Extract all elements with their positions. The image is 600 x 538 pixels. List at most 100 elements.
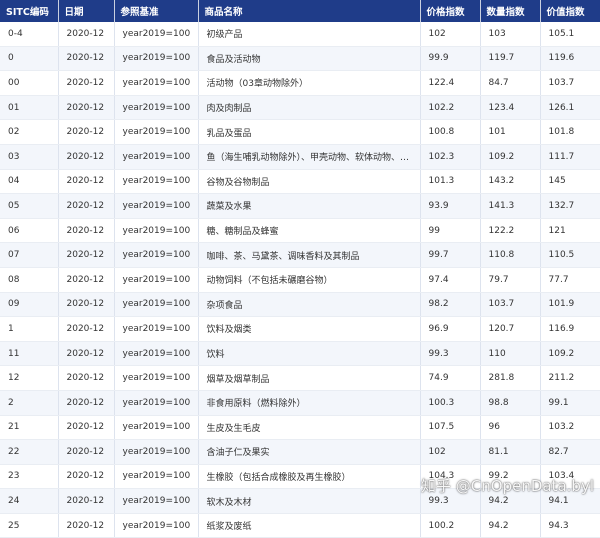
table-row[interactable]: 2 2020-12 year2019=100 非食用原料（燃料除外） 100.3 98.8… [0, 390, 600, 416]
table-row[interactable]: 01 2020-12 year2019=100 肉及肉制品 102.2 123.4 126.… [0, 95, 600, 121]
cell-reference: year2019=100 [114, 70, 199, 96]
cell-date: 2020-12 [58, 169, 115, 195]
table-row[interactable]: 02 2020-12 year2019=100 乳品及蛋品 100.8 101 101.8 [0, 119, 600, 145]
cell-date: 2020-12 [58, 242, 115, 268]
table-row[interactable]: 09 2020-12 year2019=100 杂项食品 98.2 103.7 101.9 [0, 292, 600, 318]
cell-price-index: 99.3 [420, 341, 481, 367]
table-row[interactable]: 12 2020-12 year2019=100 烟草及烟草制品 74.9 281.8 211… [0, 365, 600, 391]
cell-value-index: 116.9 [540, 316, 600, 342]
cell-value-index: 126.1 [540, 95, 600, 121]
cell-product-name: 生皮及生毛皮 [198, 415, 421, 441]
table-row[interactable]: 07 2020-12 year2019=100 咖啡、茶、马黛茶、调味香料及其制品 99… [0, 242, 600, 268]
cell-sitc-code: 21 [0, 415, 59, 441]
cell-date: 2020-12 [58, 95, 115, 121]
cell-reference: year2019=100 [114, 439, 199, 465]
cell-value-index: 121 [540, 218, 600, 244]
cell-product-name: 鱼（海生哺乳动物除外）、甲壳动物、软体动物、… [198, 144, 421, 170]
table-body: 0-4 2020-12 year2019=100 初级产品 102 103 105.1 0 20… [0, 22, 600, 538]
cell-reference: year2019=100 [114, 193, 199, 219]
cell-quantity-index: 119.7 [480, 46, 541, 72]
cell-sitc-code: 05 [0, 193, 59, 219]
table-row[interactable]: 00 2020-12 year2019=100 活动物（03章动物除外） 122.4 84… [0, 70, 600, 96]
cell-product-name: 蔬菜及水果 [198, 193, 421, 219]
cell-price-index: 100.3 [420, 390, 481, 416]
header-date[interactable]: 日期 [58, 0, 115, 22]
cell-date: 2020-12 [58, 144, 115, 170]
cell-product-name: 初级产品 [198, 22, 421, 47]
cell-date: 2020-12 [58, 513, 115, 538]
cell-reference: year2019=100 [114, 119, 199, 145]
cell-quantity-index: 98.8 [480, 390, 541, 416]
cell-price-index: 99 [420, 218, 481, 244]
header-value-index[interactable]: 价值指数 [540, 0, 600, 22]
cell-price-index: 122.4 [420, 70, 481, 96]
cell-product-name: 杂项食品 [198, 292, 421, 318]
cell-product-name: 咖啡、茶、马黛茶、调味香料及其制品 [198, 242, 421, 268]
table-row[interactable]: 11 2020-12 year2019=100 饮料 99.3 110 109.2 [0, 341, 600, 367]
cell-quantity-index: 103.7 [480, 292, 541, 318]
cell-sitc-code: 0 [0, 46, 59, 72]
cell-sitc-code: 00 [0, 70, 59, 96]
cell-price-index: 96.9 [420, 316, 481, 342]
table-row[interactable]: 06 2020-12 year2019=100 糖、糖制品及蜂蜜 99 122.2 121 [0, 218, 600, 244]
table-row[interactable]: 03 2020-12 year2019=100 鱼（海生哺乳动物除外）、甲壳动物、软体… [0, 144, 600, 170]
cell-product-name: 乳品及蛋品 [198, 119, 421, 145]
cell-sitc-code: 04 [0, 169, 59, 195]
cell-quantity-index: 122.2 [480, 218, 541, 244]
cell-sitc-code: 03 [0, 144, 59, 170]
cell-reference: year2019=100 [114, 169, 199, 195]
cell-reference: year2019=100 [114, 316, 199, 342]
cell-reference: year2019=100 [114, 390, 199, 416]
table-row[interactable]: 1 2020-12 year2019=100 饮料及烟类 96.9 120.7 116.9 [0, 316, 600, 342]
cell-price-index: 102 [420, 439, 481, 465]
cell-price-index: 100.2 [420, 513, 481, 538]
cell-quantity-index: 84.7 [480, 70, 541, 96]
table-row[interactable]: 22 2020-12 year2019=100 含油子仁及果实 102 81.1 82.7 [0, 439, 600, 465]
header-product-name[interactable]: 商品名称 [198, 0, 421, 22]
cell-product-name: 饮料及烟类 [198, 316, 421, 342]
cell-value-index: 99.1 [540, 390, 600, 416]
cell-value-index: 111.7 [540, 144, 600, 170]
cell-value-index: 101.9 [540, 292, 600, 318]
cell-date: 2020-12 [58, 439, 115, 465]
cell-product-name: 非食用原料（燃料除外） [198, 390, 421, 416]
cell-value-index: 105.1 [540, 22, 600, 47]
cell-price-index: 102.2 [420, 95, 481, 121]
cell-reference: year2019=100 [114, 95, 199, 121]
cell-sitc-code: 1 [0, 316, 59, 342]
cell-value-index: 145 [540, 169, 600, 195]
header-row: SITC编码 日期 参照基准 商品名称 价格指数 数量指数 价值指数 [0, 0, 600, 22]
cell-price-index: 74.9 [420, 365, 481, 391]
data-table: SITC编码 日期 参照基准 商品名称 价格指数 数量指数 价值指数 0-4 2020-12 y… [0, 0, 600, 538]
cell-sitc-code: 09 [0, 292, 59, 318]
table-row[interactable]: 05 2020-12 year2019=100 蔬菜及水果 93.9 141.3 132.7 [0, 193, 600, 219]
table-row[interactable]: 04 2020-12 year2019=100 谷物及谷物制品 101.3 143.2 14… [0, 169, 600, 195]
cell-value-index: 211.2 [540, 365, 600, 391]
watermark: 知乎 @CnOpenData.byl [421, 477, 594, 495]
cell-product-name: 含油子仁及果实 [198, 439, 421, 465]
cell-product-name: 活动物（03章动物除外） [198, 70, 421, 96]
header-reference[interactable]: 参照基准 [114, 0, 199, 22]
cell-sitc-code: 25 [0, 513, 59, 538]
cell-quantity-index: 141.3 [480, 193, 541, 219]
header-sitc-code[interactable]: SITC编码 [0, 0, 59, 22]
cell-reference: year2019=100 [114, 415, 199, 441]
cell-quantity-index: 281.8 [480, 365, 541, 391]
cell-product-name: 纸浆及废纸 [198, 513, 421, 538]
table-row[interactable]: 08 2020-12 year2019=100 动物饲料（不包括未碾磨谷物） 97.4 7… [0, 267, 600, 293]
cell-reference: year2019=100 [114, 488, 199, 514]
cell-sitc-code: 22 [0, 439, 59, 465]
cell-value-index: 109.2 [540, 341, 600, 367]
cell-date: 2020-12 [58, 464, 115, 490]
cell-price-index: 93.9 [420, 193, 481, 219]
table-row[interactable]: 0-4 2020-12 year2019=100 初级产品 102 103 105.1 [0, 22, 600, 47]
header-price-index[interactable]: 价格指数 [420, 0, 481, 22]
table-row[interactable]: 25 2020-12 year2019=100 纸浆及废纸 100.2 94.2 94.3 [0, 513, 600, 538]
cell-date: 2020-12 [58, 70, 115, 96]
table-row[interactable]: 21 2020-12 year2019=100 生皮及生毛皮 107.5 96 103.2 [0, 415, 600, 441]
cell-sitc-code: 02 [0, 119, 59, 145]
header-quantity-index[interactable]: 数量指数 [480, 0, 541, 22]
cell-value-index: 110.5 [540, 242, 600, 268]
cell-sitc-code: 2 [0, 390, 59, 416]
table-row[interactable]: 0 2020-12 year2019=100 食品及活动物 99.9 119.7 119.6 [0, 46, 600, 72]
